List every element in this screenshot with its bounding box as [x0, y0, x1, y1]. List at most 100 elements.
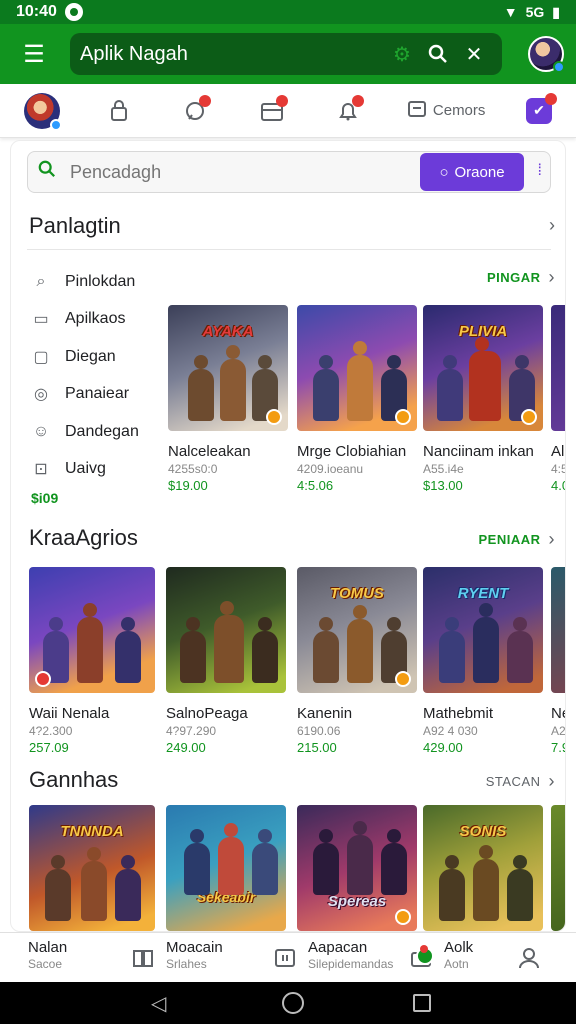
app-title-bar[interactable]: Aplik Nagah ⚙ ✕: [70, 33, 502, 75]
home-icon[interactable]: [281, 992, 304, 1014]
chevron-right-icon[interactable]: ›: [549, 215, 555, 236]
recents-icon[interactable]: [413, 994, 432, 1012]
game-name: Mrge Clobiahian: [297, 443, 407, 460]
game-badge-icon: [395, 409, 411, 425]
category-item[interactable]: ◎ Panaiear: [31, 376, 161, 414]
character-figure: [347, 605, 373, 683]
game-name: SalnoPeaga: [166, 705, 248, 722]
game-subtitle: 6190.06: [297, 724, 341, 738]
bell-icon[interactable]: [330, 93, 366, 129]
search-input[interactable]: [70, 161, 370, 183]
see-all-label: PENIAAR: [478, 532, 541, 547]
game-card[interactable]: SONIS: [423, 805, 543, 931]
game-card[interactable]: [551, 805, 565, 931]
category-item[interactable]: ⌕ Pinlokdan: [31, 263, 161, 301]
search-icon[interactable]: [420, 36, 456, 72]
nav-item-moacain[interactable]: Moacain Srlahes: [130, 939, 223, 971]
chat-bubble-icon[interactable]: [177, 93, 213, 129]
category-label: Diegan: [65, 347, 116, 365]
category-item[interactable]: ⊡ Uaivg: [31, 451, 161, 489]
game-art-title: RYENT: [457, 585, 509, 602]
voice-icon[interactable]: ⁞: [538, 162, 542, 180]
game-card[interactable]: Sekeabir: [166, 805, 286, 931]
game-card[interactable]: PLIVIA Nanciinam inkan A55.i4e $13.00: [423, 305, 543, 493]
game-subtitle: A92 4 030: [423, 724, 478, 738]
game-name: Waii Nenala: [29, 705, 110, 722]
profile-avatar[interactable]: [528, 36, 565, 73]
game-card[interactable]: SalnoPeaga 4?97.290 249.00: [166, 567, 286, 755]
game-card[interactable]: TNNNDA: [29, 805, 155, 931]
app-bar: ☰ Aplik Nagah ⚙ ✕: [0, 24, 576, 84]
character-figure: [313, 829, 339, 895]
close-icon[interactable]: ✕: [456, 36, 492, 72]
person-icon: [516, 945, 542, 971]
pause-icon: [272, 945, 298, 971]
game-card[interactable]: AYAKA Nalceleakan 4255s0:0 $19.00: [168, 305, 288, 493]
notification-badge: [544, 92, 557, 105]
lock-icon[interactable]: [101, 93, 137, 129]
search-bar[interactable]: ○ Oraone ⁞: [27, 151, 551, 193]
game-badge-icon: [395, 671, 411, 687]
nav-item-aolk[interactable]: Aolk Aotn: [408, 939, 473, 971]
see-all-link[interactable]: PENIAAR ›: [478, 529, 555, 550]
character-figure: [469, 337, 501, 421]
game-card[interactable]: Spereas: [297, 805, 417, 931]
game-art-title: TOMUS: [330, 585, 384, 602]
game-subtitle: 4?97.290: [166, 724, 217, 738]
battery-icon: ▮: [552, 3, 560, 20]
game-art-title: Spereas: [327, 893, 387, 910]
character-figure: [184, 829, 210, 895]
category-label: Panaiear: [65, 385, 130, 403]
character-figure: [180, 617, 206, 683]
character-figure: [218, 823, 244, 895]
user-avatar[interactable]: [24, 92, 62, 131]
game-name: Nalceleakan: [168, 443, 251, 460]
game-price: $13.00: [423, 478, 463, 493]
game-card[interactable]: Ne A20 7.9: [551, 567, 565, 755]
game-subtitle: 4255s0:0: [168, 462, 218, 476]
game-card[interactable]: Alo 4:5 4.0: [551, 305, 565, 493]
nav-sublabel: Sacoe: [28, 957, 63, 971]
search-button[interactable]: ○ Oraone: [420, 153, 524, 191]
game-thumbnail: Sekeabir: [166, 805, 286, 931]
category-item[interactable]: ▭ Apilkaos: [31, 301, 161, 339]
people-icon: ☺: [32, 422, 50, 440]
category-item[interactable]: ☺ Dandegan: [31, 413, 161, 451]
game-card[interactable]: Waii Nenala 4?2.300 257.09: [29, 567, 155, 755]
document-icon: [407, 99, 427, 123]
game-name: Nanciinam inkan: [423, 443, 534, 460]
nav-item-nalan[interactable]: Nalan Sacoe: [28, 939, 67, 971]
wifi-icon: ▼: [503, 4, 518, 20]
see-all-label: STACAN: [485, 774, 541, 789]
game-price: 215.00: [297, 740, 337, 755]
game-price: $19.00: [168, 478, 208, 493]
see-all-link[interactable]: PINGAR ›: [487, 267, 555, 288]
category-item[interactable]: ▢ Diegan: [31, 338, 161, 376]
shop-icon: [408, 945, 434, 971]
game-card[interactable]: TOMUS Kanenin 6190.06 215.00: [297, 567, 417, 755]
game-price: 429.00: [423, 740, 463, 755]
nav-item-aapacan[interactable]: Aapacan Silepidemandas: [272, 939, 393, 971]
calendar-icon[interactable]: [254, 93, 290, 129]
character-figure: [252, 617, 278, 683]
nav-item-profile[interactable]: [516, 939, 542, 971]
back-icon[interactable]: ◁: [145, 989, 173, 1017]
game-price: 7.9: [551, 740, 565, 755]
see-all-link[interactable]: STACAN ›: [486, 771, 555, 792]
checklist-icon[interactable]: ✔: [525, 92, 557, 124]
tab-cemors[interactable]: Cemors: [407, 99, 485, 123]
game-subtitle: 4:5: [551, 462, 565, 476]
menu-button[interactable]: ☰: [12, 32, 56, 76]
game-thumbnail: TOMUS: [297, 567, 417, 693]
character-figure: [313, 617, 339, 683]
character-figure: [214, 601, 244, 683]
chevron-right-icon: ›: [548, 529, 555, 549]
settings-gear-icon[interactable]: ⚙: [384, 36, 420, 72]
game-name: Mathebmit: [423, 705, 494, 722]
game-card[interactable]: Mrge Clobiahian 4209.ioeanu 4:5.06: [297, 305, 417, 493]
game-name: Ne: [551, 705, 565, 722]
game-card[interactable]: RYENT Mathebmit A92 4 030 429.00: [423, 567, 543, 755]
book-icon: [130, 945, 156, 971]
status-indicators: ▼ 5G ▮: [504, 4, 560, 21]
search-button-label: Oraone: [454, 163, 505, 181]
